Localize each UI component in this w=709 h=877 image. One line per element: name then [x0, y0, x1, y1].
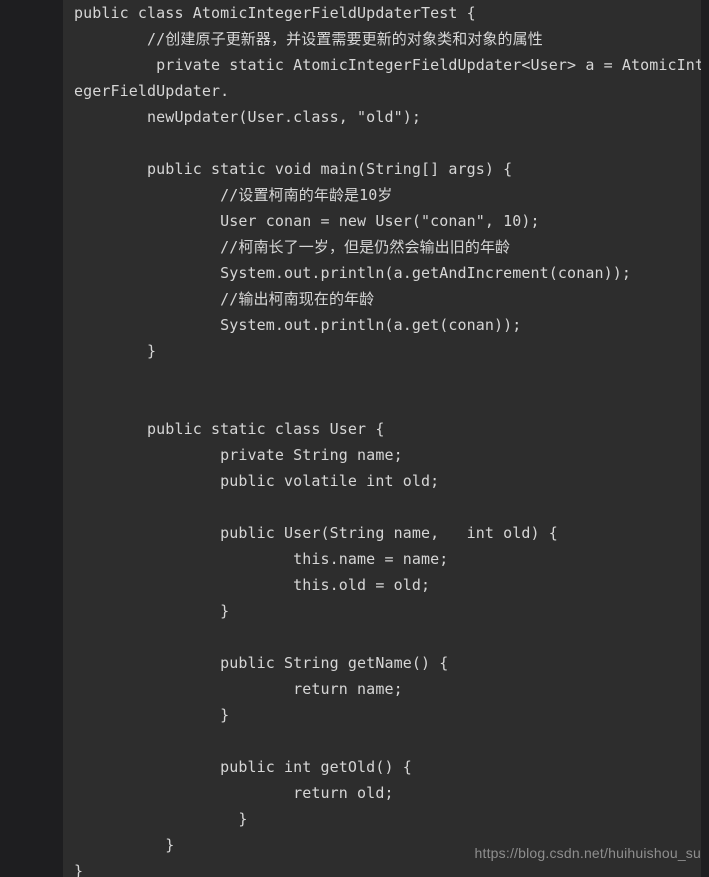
code-block[interactable]: public class AtomicIntegerFieldUpdaterTe…: [63, 0, 705, 877]
code-line: User conan = new User("conan", 10);: [74, 212, 540, 230]
code-line: egerFieldUpdater.: [74, 82, 230, 100]
watermark-url: https://blog.csdn.net/huihuishou_su: [474, 845, 701, 861]
code-line: }: [74, 706, 230, 724]
code-line: private String name;: [74, 446, 403, 464]
code-line: //创建原子更新器，并设置需要更新的对象类和对象的属性: [74, 30, 543, 48]
code-line: public String getName() {: [74, 654, 449, 672]
left-gutter: [0, 0, 63, 877]
code-line: return name;: [74, 680, 403, 698]
code-line: newUpdater(User.class, "old");: [74, 108, 421, 126]
code-line: this.old = old;: [74, 576, 431, 594]
code-line: this.name = name;: [74, 550, 449, 568]
code-line: //设置柯南的年龄是10岁: [74, 186, 393, 204]
code-line: }: [74, 810, 248, 828]
code-line: public User(String name, int old) {: [74, 524, 558, 542]
code-line: private static AtomicIntegerFieldUpdater…: [74, 56, 705, 74]
code-line: }: [74, 342, 157, 360]
code-line: public int getOld() {: [74, 758, 412, 776]
code-line: public static class User {: [74, 420, 385, 438]
code-line: }: [74, 602, 230, 620]
code-line: //输出柯南现在的年龄: [74, 290, 375, 308]
code-line: return old;: [74, 784, 394, 802]
code-line: System.out.println(a.getAndIncrement(con…: [74, 264, 631, 282]
code-line: System.out.println(a.get(conan));: [74, 316, 522, 334]
code-line: //柯南长了一岁，但是仍然会输出旧的年龄: [74, 238, 511, 256]
code-line: public class AtomicIntegerFieldUpdaterTe…: [74, 4, 476, 22]
right-gutter: [701, 0, 709, 877]
code-panel: public class AtomicIntegerFieldUpdaterTe…: [63, 0, 705, 877]
code-line: public static void main(String[] args) {: [74, 160, 513, 178]
code-line: public volatile int old;: [74, 472, 440, 490]
code-screenshot: public class AtomicIntegerFieldUpdaterTe…: [0, 0, 709, 877]
